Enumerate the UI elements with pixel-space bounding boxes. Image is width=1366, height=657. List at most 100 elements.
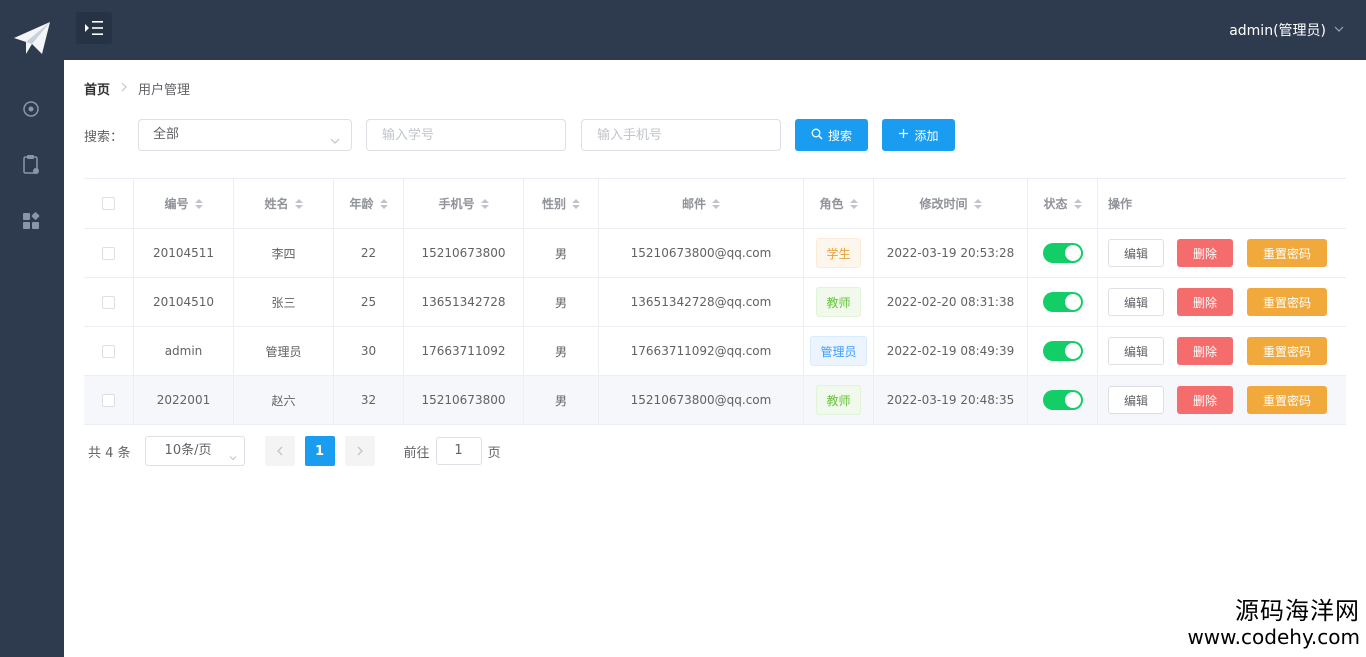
cell-modified: 2022-02-20 08:31:38 bbox=[874, 278, 1028, 326]
cell-modified: 2022-02-19 08:49:39 bbox=[874, 327, 1028, 375]
row-checkbox[interactable] bbox=[102, 295, 115, 309]
column-header-label: 姓名 bbox=[264, 197, 289, 211]
user-menu[interactable]: admin(管理员) bbox=[1229, 20, 1344, 40]
apps-icon[interactable] bbox=[18, 208, 44, 234]
breadcrumb-home[interactable]: 首页 bbox=[84, 79, 110, 98]
cell-role: 教师 bbox=[804, 278, 874, 326]
column-header[interactable]: 年龄 bbox=[334, 179, 404, 228]
status-toggle[interactable] bbox=[1042, 390, 1083, 410]
watermark-url: www.codehy.com bbox=[1187, 625, 1360, 649]
cell-status bbox=[1028, 376, 1098, 424]
column-header-label: 年龄 bbox=[349, 197, 374, 211]
clipboard-icon[interactable] bbox=[18, 152, 44, 178]
main-content: 首页 用户管理 搜索： 全部 搜索 添加 bbox=[64, 60, 1366, 657]
delete-button[interactable]: 删除 bbox=[1177, 337, 1233, 365]
reset-password-button[interactable]: 重置密码 bbox=[1247, 239, 1327, 267]
add-button[interactable]: 添加 bbox=[882, 119, 955, 151]
sort-icon[interactable] bbox=[973, 198, 982, 209]
role-filter-value: 全部 bbox=[153, 127, 180, 142]
cell-actions: 编辑 删除 重置密码 bbox=[1098, 278, 1346, 326]
status-toggle[interactable] bbox=[1042, 243, 1083, 263]
user-table: 编号 姓名 年龄 手机号 性别 邮件 角色 修改时间 状态 操作 2010451… bbox=[84, 178, 1346, 425]
prev-page-button[interactable] bbox=[264, 436, 295, 466]
edit-button[interactable]: 编辑 bbox=[1108, 386, 1164, 414]
delete-button[interactable]: 删除 bbox=[1177, 239, 1233, 267]
column-header[interactable]: 编号 bbox=[134, 179, 234, 228]
sort-icon[interactable] bbox=[572, 198, 580, 209]
status-toggle[interactable] bbox=[1042, 292, 1083, 312]
column-header-label: 状态 bbox=[1043, 197, 1068, 211]
select-all-cell bbox=[84, 179, 134, 228]
settings-icon[interactable] bbox=[18, 96, 44, 122]
cell-phone: 15210673800 bbox=[404, 376, 524, 424]
cell-gender: 男 bbox=[524, 376, 599, 424]
column-header[interactable]: 手机号 bbox=[404, 179, 524, 228]
cell-email: 15210673800@qq.com bbox=[599, 229, 804, 277]
role-tag: 管理员 bbox=[810, 336, 867, 366]
cell-name: 赵六 bbox=[234, 376, 334, 424]
row-select-cell bbox=[84, 327, 134, 375]
student-id-input[interactable] bbox=[366, 119, 566, 151]
sort-icon[interactable] bbox=[849, 198, 858, 209]
page-size-select[interactable]: 10条/页 bbox=[144, 436, 245, 466]
edit-button[interactable]: 编辑 bbox=[1108, 288, 1164, 316]
search-button[interactable]: 搜索 bbox=[795, 119, 868, 151]
column-header[interactable]: 姓名 bbox=[234, 179, 334, 228]
reset-password-button[interactable]: 重置密码 bbox=[1247, 386, 1327, 414]
cell-name: 管理员 bbox=[234, 327, 334, 375]
row-checkbox[interactable] bbox=[102, 344, 115, 358]
sort-icon[interactable] bbox=[194, 198, 203, 209]
reset-password-button[interactable]: 重置密码 bbox=[1247, 337, 1327, 365]
cell-gender: 男 bbox=[524, 327, 599, 375]
sort-icon[interactable] bbox=[294, 198, 303, 209]
table-row[interactable]: admin 管理员 30 17663711092 男 17663711092@q… bbox=[84, 327, 1346, 376]
table-row[interactable]: 2022001 赵六 32 15210673800 男 15210673800@… bbox=[84, 376, 1346, 425]
next-page-button[interactable] bbox=[344, 436, 375, 466]
sort-icon[interactable] bbox=[480, 198, 489, 209]
select-all-checkbox[interactable] bbox=[102, 197, 115, 210]
page-number-current[interactable]: 1 bbox=[304, 436, 335, 466]
column-header[interactable]: 邮件 bbox=[599, 179, 804, 228]
cell-role: 教师 bbox=[804, 376, 874, 424]
cell-email: 15210673800@qq.com bbox=[599, 376, 804, 424]
reset-password-button[interactable]: 重置密码 bbox=[1247, 288, 1327, 316]
watermark: 源码海洋网 www.codehy.com bbox=[1187, 597, 1360, 649]
goto-page-input[interactable]: 1 bbox=[435, 437, 482, 465]
search-button-label: 搜索 bbox=[827, 128, 852, 143]
role-tag: 教师 bbox=[816, 385, 861, 415]
cell-gender: 男 bbox=[524, 229, 599, 277]
delete-button[interactable]: 删除 bbox=[1177, 288, 1233, 316]
column-header-label: 编号 bbox=[164, 197, 189, 211]
chevron-left-icon bbox=[276, 446, 283, 456]
cell-phone: 17663711092 bbox=[404, 327, 524, 375]
row-checkbox[interactable] bbox=[102, 246, 115, 260]
column-header-label: 性别 bbox=[541, 197, 566, 211]
page-suffix-label: 页 bbox=[487, 445, 501, 461]
cell-id: 20104511 bbox=[134, 229, 234, 277]
column-header-label: 修改时间 bbox=[919, 197, 968, 211]
phone-input[interactable] bbox=[581, 119, 781, 151]
role-filter-select[interactable]: 全部 bbox=[138, 119, 352, 151]
sort-icon[interactable] bbox=[1073, 198, 1082, 209]
delete-button[interactable]: 删除 bbox=[1177, 386, 1233, 414]
sort-icon[interactable] bbox=[712, 198, 720, 209]
row-select-cell bbox=[84, 229, 134, 277]
row-select-cell bbox=[84, 278, 134, 326]
add-button-label: 添加 bbox=[914, 128, 939, 143]
column-header[interactable]: 状态 bbox=[1028, 179, 1098, 228]
column-header[interactable]: 性别 bbox=[524, 179, 599, 228]
sort-icon[interactable] bbox=[379, 198, 388, 209]
edit-button[interactable]: 编辑 bbox=[1108, 239, 1164, 267]
row-checkbox[interactable] bbox=[102, 393, 115, 407]
column-header[interactable]: 修改时间 bbox=[874, 179, 1028, 228]
table-row[interactable]: 20104510 张三 25 13651342728 男 13651342728… bbox=[84, 278, 1346, 327]
search-icon bbox=[811, 128, 823, 143]
edit-button[interactable]: 编辑 bbox=[1108, 337, 1164, 365]
column-header[interactable]: 角色 bbox=[804, 179, 874, 228]
chevron-down-icon bbox=[329, 129, 341, 144]
cell-modified: 2022-03-19 20:53:28 bbox=[874, 229, 1028, 277]
menu-toggle-icon[interactable] bbox=[76, 12, 112, 44]
cell-phone: 15210673800 bbox=[404, 229, 524, 277]
status-toggle[interactable] bbox=[1042, 341, 1083, 361]
table-row[interactable]: 20104511 李四 22 15210673800 男 15210673800… bbox=[84, 229, 1346, 278]
